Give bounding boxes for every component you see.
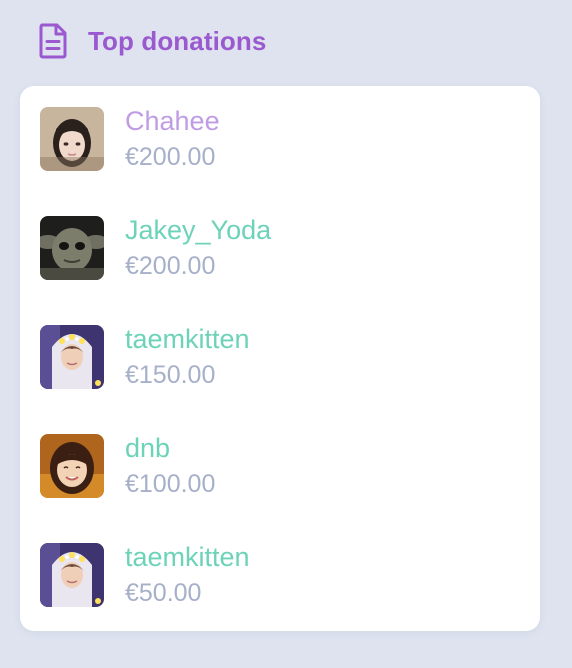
- avatar: [40, 434, 104, 498]
- avatar: [40, 216, 104, 280]
- donation-amount: €200.00: [125, 252, 216, 280]
- donation-amount: €150.00: [125, 361, 216, 389]
- donations-card: Chahee €200.00 Jakey_Yoda €200.00 taemki…: [20, 86, 540, 631]
- avatar: [40, 107, 104, 171]
- donation-item[interactable]: taemkitten €50.00: [40, 542, 250, 608]
- donor-name: taemkitten: [125, 542, 250, 572]
- page-title: Top donations: [88, 25, 267, 56]
- donor-name: dnb: [125, 433, 171, 463]
- donation-amount: €200.00: [125, 143, 216, 171]
- donor-name: taemkitten: [125, 324, 250, 354]
- avatar: [40, 325, 104, 389]
- avatar: [40, 543, 104, 607]
- donation-amount: €100.00: [125, 470, 216, 498]
- donation-item[interactable]: Jakey_Yoda €200.00: [40, 215, 271, 281]
- donor-name: Chahee: [125, 106, 220, 136]
- donor-name: Jakey_Yoda: [125, 215, 272, 245]
- top-donations-header: Top donations: [38, 22, 266, 60]
- donation-item[interactable]: taemkitten €150.00: [40, 324, 250, 390]
- donation-amount: €50.00: [125, 579, 202, 607]
- donation-item[interactable]: Chahee €200.00: [40, 106, 220, 172]
- donation-item[interactable]: dnb €100.00: [40, 433, 215, 499]
- document-icon: [38, 22, 68, 60]
